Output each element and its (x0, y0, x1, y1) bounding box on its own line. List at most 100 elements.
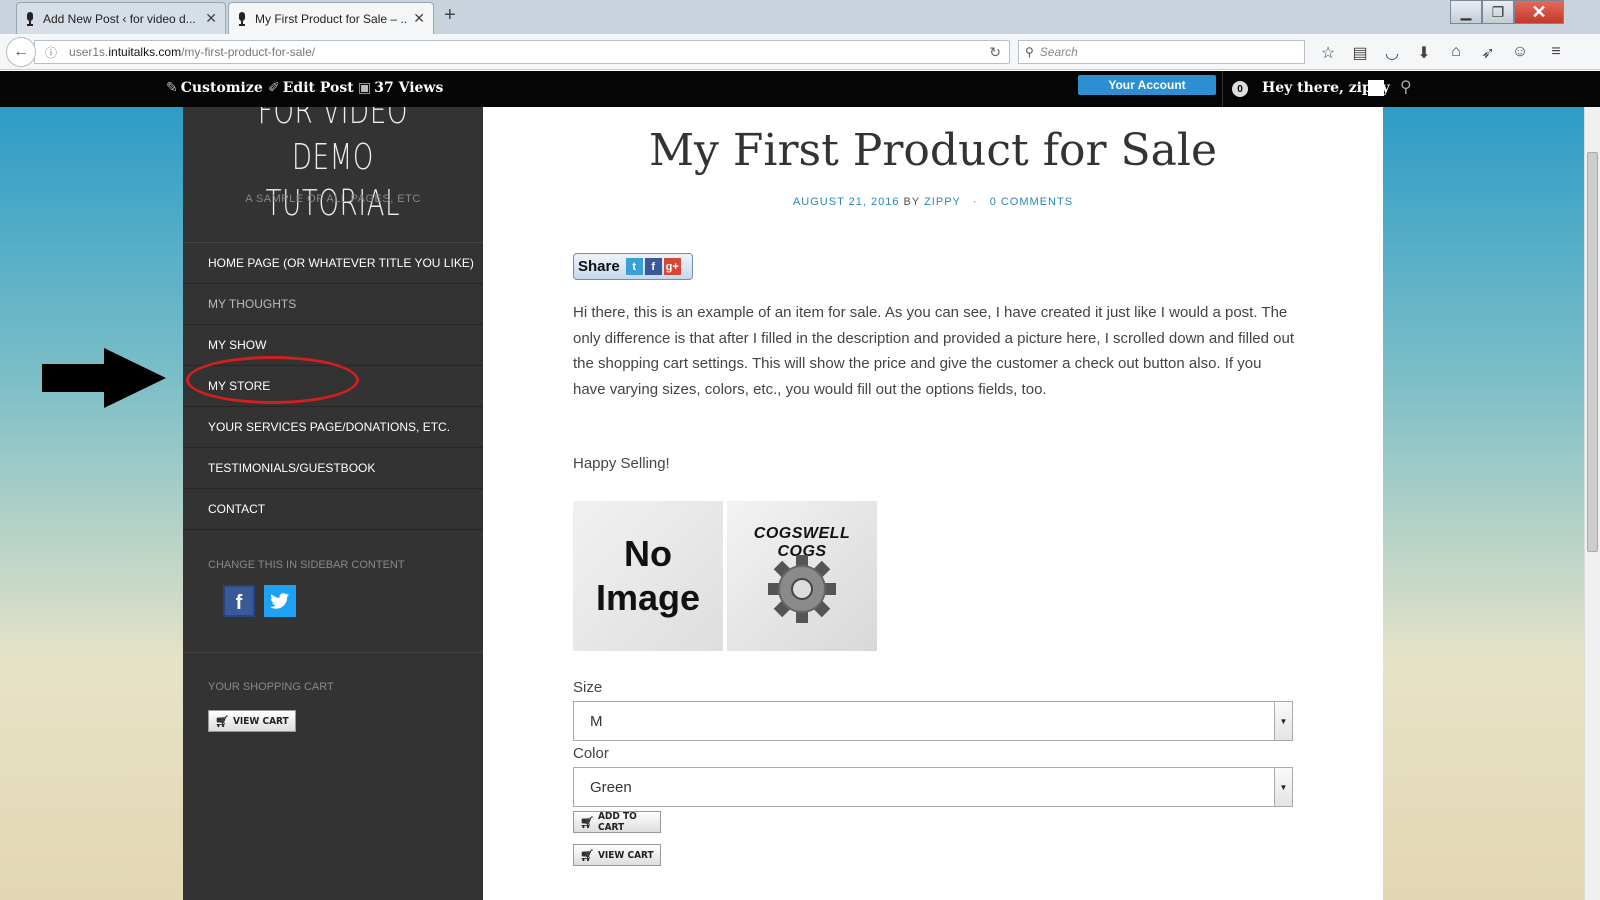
views-label: 37 Views (374, 80, 444, 96)
cart-icon: 🛒︎ (580, 815, 594, 829)
cart-icon: 🛒︎ (215, 714, 229, 728)
page-scrollbar[interactable] (1584, 107, 1600, 900)
post-title: My First Product for Sale (648, 125, 1217, 176)
annotation-arrow-icon (42, 348, 166, 408)
google-plus-icon: g+ (663, 258, 681, 275)
brush-icon: ✎ (166, 80, 178, 96)
add-to-cart-button[interactable]: 🛒︎ ADD TO CART (573, 811, 661, 833)
download-icon[interactable]: ⬇ (1414, 43, 1434, 63)
cogswell-cogs-image[interactable]: COGSWELL COGS (727, 501, 877, 651)
window-restore-button[interactable]: ❐ (1482, 0, 1514, 24)
search-placeholder: Search (1039, 45, 1078, 59)
site-title-line-1: FOR VIDEO DEMO (257, 107, 409, 178)
address-bar[interactable]: ⓘ user1s. intuitalks.com/my-first-product… (34, 40, 1010, 64)
no-image-line-1: No (624, 533, 672, 574)
customize-label: Customize (180, 80, 263, 96)
tab-close-icon[interactable]: ✕ (413, 10, 425, 27)
facebook-icon: f (644, 258, 662, 275)
send-icon[interactable]: ➶ (1478, 43, 1498, 63)
url-domain: intuitalks.com (108, 45, 182, 59)
tab-my-first-product[interactable]: My First Product for Sale – ... ✕ (228, 2, 434, 34)
page-background: FOR VIDEO DEMO TUTORIAL A SAMPLE OF ALL … (0, 107, 1584, 900)
scrollbar-thumb[interactable] (1587, 152, 1598, 552)
admin-bar-divider (1222, 71, 1223, 107)
search-input[interactable]: ⚲ Search (1018, 40, 1305, 64)
bookmark-star-icon[interactable]: ☆ (1318, 43, 1338, 63)
no-image-thumbnail[interactable]: No Image (573, 501, 723, 651)
comments-link[interactable]: 0 COMMENTS (990, 196, 1073, 208)
view-cart-label: VIEW CART (232, 715, 289, 727)
happy-selling-text: Happy Selling! (573, 455, 670, 472)
sidebar-divider (183, 652, 483, 653)
twitter-icon: t (625, 258, 643, 275)
search-icon[interactable]: ⚲ (1400, 77, 1412, 96)
monitor-icon: ▣ (358, 80, 372, 96)
pocket-icon[interactable]: ◡ (1382, 43, 1402, 63)
size-select[interactable]: M ▼ (573, 701, 1293, 741)
share-button[interactable]: Share t f g+ (573, 253, 693, 280)
chat-icon[interactable]: ☺ (1510, 43, 1530, 61)
color-label: Color (573, 745, 609, 762)
sidebar-item-home[interactable]: HOME PAGE (OR WHATEVER TITLE YOU LIKE) (183, 243, 483, 284)
customize-link[interactable]: ✎ Customize (166, 80, 263, 96)
window-close-button[interactable]: ✕ (1514, 0, 1564, 24)
share-label: Share (578, 258, 620, 275)
reading-list-icon[interactable]: ▤ (1350, 43, 1370, 63)
browser-nav-bar: ⓘ user1s. intuitalks.com/my-first-product… (0, 34, 1600, 70)
microphone-icon (27, 11, 33, 26)
info-icon[interactable]: ⓘ (45, 44, 57, 61)
tab-add-new-post[interactable]: Add New Post ‹ for video d... ✕ (16, 2, 226, 34)
views-link[interactable]: ▣ 37 Views (358, 80, 443, 96)
annotation-highlight-oval (186, 356, 359, 404)
url-path: /my-first-product-for-sale/ (181, 45, 316, 59)
tab-label: Add New Post ‹ for video d... (43, 11, 196, 26)
site-title[interactable]: FOR VIDEO DEMO TUTORIAL (225, 107, 441, 227)
avatar[interactable] (1368, 80, 1384, 96)
home-icon[interactable]: ⌂ (1446, 43, 1466, 61)
post-body: Hi there, this is an example of an item … (573, 304, 1294, 398)
sidebar-item-contact[interactable]: CONTACT (183, 489, 483, 530)
tab-close-icon[interactable]: ✕ (205, 10, 217, 27)
gear-icon (768, 555, 836, 623)
tab-label: My First Product for Sale – ... (255, 11, 408, 26)
twitter-icon[interactable] (264, 585, 296, 617)
shopping-cart-widget-title: YOUR SHOPPING CART (208, 681, 334, 693)
admin-bar: ✎ Customize ✐ Edit Post ▣ 37 Views Your … (0, 71, 1600, 107)
size-selected-value: M (590, 712, 603, 730)
notification-count-badge[interactable]: 0 (1232, 81, 1248, 97)
edit-post-link[interactable]: ✐ Edit Post (268, 80, 354, 96)
view-cart-label: VIEW CART (597, 849, 654, 861)
cart-icon: 🛒︎ (580, 848, 594, 862)
add-to-cart-label: ADD TO CART (597, 811, 637, 833)
browser-tab-bar: Add New Post ‹ for video d... ✕ My First… (0, 0, 1600, 34)
post-by: BY (903, 196, 921, 208)
facebook-icon[interactable]: f (223, 585, 255, 617)
url-subdomain: user1s. (69, 45, 109, 59)
post-meta: AUGUST 21, 2016 BY ZIPPY · 0 COMMENTS (483, 196, 1383, 208)
menu-icon[interactable]: ≡ (1546, 43, 1566, 61)
your-account-button[interactable]: Your Account (1078, 75, 1216, 95)
post-content: My First Product for Sale AUGUST 21, 201… (483, 107, 1383, 900)
color-selected-value: Green (590, 778, 632, 796)
edit-post-label: Edit Post (282, 80, 354, 96)
search-icon: ⚲ (1025, 45, 1034, 59)
post-date-link[interactable]: AUGUST 21, 2016 (793, 196, 900, 208)
sidebar-item-testimonials[interactable]: TESTIMONIALS/GUESTBOOK (183, 448, 483, 489)
color-select[interactable]: Green ▼ (573, 767, 1293, 807)
chevron-down-icon[interactable]: ▼ (1274, 768, 1292, 806)
view-cart-button[interactable]: 🛒︎ VIEW CART (573, 844, 661, 866)
reload-icon[interactable]: ↻ (989, 44, 1001, 61)
sidebar-item-services[interactable]: YOUR SERVICES PAGE/DONATIONS, ETC. (183, 407, 483, 448)
window-minimize-button[interactable]: ▁ (1450, 0, 1482, 24)
sidebar-view-cart-button[interactable]: 🛒︎ VIEW CART (208, 710, 296, 732)
no-image-line-2: Image (595, 577, 701, 618)
back-arrow-icon[interactable]: ← (6, 37, 36, 67)
sidebar-item-my-thoughts[interactable]: MY THOUGHTS (183, 284, 483, 325)
size-label: Size (573, 679, 603, 696)
post-author-link[interactable]: ZIPPY (924, 196, 961, 208)
sidebar: FOR VIDEO DEMO TUTORIAL A SAMPLE OF ALL … (183, 107, 483, 900)
new-tab-icon[interactable]: + (444, 4, 456, 27)
chevron-down-icon[interactable]: ▼ (1274, 702, 1292, 740)
microphone-icon (239, 11, 245, 26)
site-tagline: A SAMPLE OF ALL PAGES, ETC (245, 193, 421, 205)
